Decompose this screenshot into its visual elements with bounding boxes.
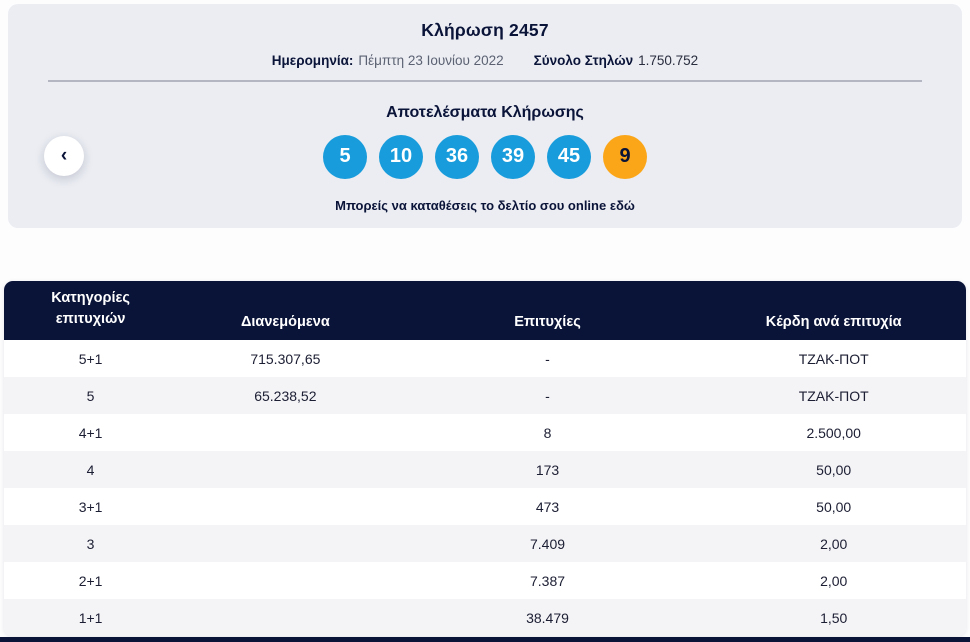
bonus-number-ball: 9 [603,134,647,179]
cell-winners: 173 [535,461,560,478]
cta-text: Μπορείς να καταθέσεις το δελτίο σου onli… [335,197,607,213]
cell-winners: 473 [535,498,560,515]
cell-category: 1+1 [78,609,103,626]
previous-draw-button[interactable]: ‹ [44,136,84,176]
table-row: 4+1 8 2.500,00 [4,414,966,451]
cell-prize: ΤΖΑΚ-ΠΟΤ [798,387,869,404]
cell-category: 5+1 [78,350,103,367]
cell-prize: ΤΖΑΚ-ΠΟΤ [798,350,869,367]
header-distributed: Διανεμόμενα [240,314,330,330]
cell-category: 3+1 [78,498,103,515]
winning-number-ball: 39 [491,134,535,179]
table-row: 3 7.409 2,00 [4,525,966,562]
table-row: 5 65.238,52 - ΤΖΑΚ-ΠΟΤ [4,377,966,414]
prize-table: Κατηγορίες επιτυχιών Διανεμόμενα Επιτυχί… [4,281,966,636]
page-title: Κλήρωση 2457 [421,20,549,40]
cell-prize: 50,00 [816,461,852,478]
cta-line: Μπορείς να καταθέσεις το δελτίο σου onli… [8,198,962,213]
header-categories: Κατηγορίες επιτυχιών [51,289,130,327]
cell-winners: - [545,350,550,367]
cell-prize: 2.500,00 [806,424,861,441]
cta-link[interactable]: εδώ [610,198,635,213]
cell-winners: 7.409 [529,535,566,552]
table-row: 5+1 715.307,65 - ΤΖΑΚ-ΠΟΤ [4,340,966,377]
footer-strip [0,637,970,642]
winning-number-ball: 5 [323,134,367,179]
header-winners: Επιτυχίες [514,314,581,330]
table-body: 5+1 715.307,65 - ΤΖΑΚ-ΠΟΤ 5 65.238,52 - ΤΖΑΚ-ΠΟ… [4,340,966,636]
cell-winners: 38.479 [526,609,569,626]
header-prize: Κέρδη ανά επιτυχία [765,314,902,330]
cell-prize: 1,50 [820,609,848,626]
cell-distributed: 715.307,65 [250,350,321,367]
table-row: 3+1 473 50,00 [4,488,966,525]
draw-date-label: Ημερομηνία: [271,52,354,68]
total-columns: Σύνολο Στηλών 1.750.752 [534,53,699,68]
table-row: 1+1 38.479 1,50 [4,599,966,636]
total-columns-value: 1.750.752 [638,52,699,68]
cell-distributed: 65.238,52 [254,387,317,404]
draw-date: Ημερομηνία: Πέμπτη 23 Ιουνίου 2022 [272,53,504,68]
cell-winners: 8 [543,424,552,441]
results-title: Αποτελέσματα Κλήρωσης [386,103,584,121]
table-row: 4 173 50,00 [4,451,966,488]
cell-category: 2+1 [78,572,103,589]
cell-category: 5 [86,387,95,404]
winning-numbers: 5 10 36 39 45 9 [8,134,962,179]
cell-winners: 7.387 [529,572,566,589]
winning-number-ball: 10 [379,134,423,179]
draw-meta: Ημερομηνία: Πέμπτη 23 Ιουνίου 2022 Σύνολο… [8,53,962,68]
cell-prize: 50,00 [816,498,852,515]
lottery-results-page: Κλήρωση 2457 Ημερομηνία: Πέμπτη 23 Ιουνίο… [0,0,970,642]
winning-number-ball: 36 [435,134,479,179]
total-columns-label: Σύνολο Στηλών [533,52,634,68]
cell-winners: - [545,387,550,404]
divider [48,79,922,82]
cell-category: 3 [86,535,95,552]
table-header-row: Κατηγορίες επιτυχιών Διανεμόμενα Επιτυχί… [4,281,966,340]
table-row: 2+1 7.387 2,00 [4,562,966,599]
cell-category: 4+1 [78,424,103,441]
cell-prize: 2,00 [820,535,848,552]
draw-date-value: Πέμπτη 23 Ιουνίου 2022 [358,52,504,68]
chevron-left-icon: ‹ [60,144,68,166]
draw-summary-card: Κλήρωση 2457 Ημερομηνία: Πέμπτη 23 Ιουνίο… [8,4,962,228]
cell-prize: 2,00 [820,572,848,589]
winning-number-ball: 45 [547,134,591,179]
cell-category: 4 [86,461,95,478]
